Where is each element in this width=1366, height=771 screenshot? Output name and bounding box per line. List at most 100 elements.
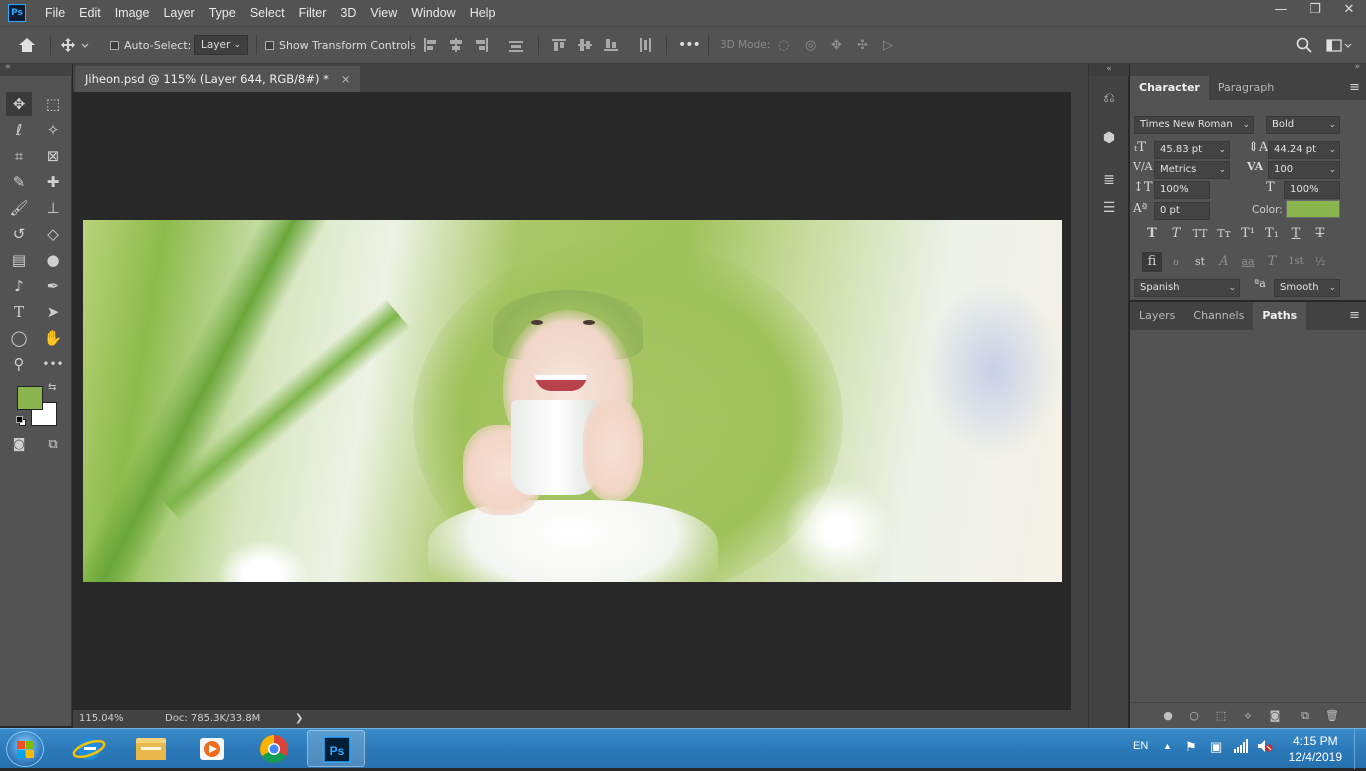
- expand-panels-icon[interactable]: «: [1089, 64, 1129, 76]
- leading-field[interactable]: 44.24 pt ⌄: [1268, 141, 1340, 159]
- distribute-vertical-icon[interactable]: [508, 37, 524, 53]
- action-center-flag-icon[interactable]: ⚑: [1185, 739, 1197, 755]
- stroke-path-icon[interactable]: ○: [1187, 709, 1201, 723]
- default-colors-icon[interactable]: [16, 416, 26, 426]
- standard-ligatures-button[interactable]: fi: [1142, 252, 1162, 272]
- menu-type[interactable]: Type: [202, 0, 243, 26]
- brush-tool-icon[interactable]: 🖌: [6, 196, 32, 220]
- 3d-orbit-icon[interactable]: ◌: [778, 27, 789, 63]
- align-vertical-centers-icon[interactable]: [577, 37, 593, 53]
- auto-select-box[interactable]: [110, 40, 119, 50]
- auto-select-checkbox[interactable]: Auto-Select:: [110, 27, 191, 63]
- history-panel-icon[interactable]: ⎌: [1099, 88, 1119, 108]
- load-selection-icon[interactable]: ⬚: [1214, 709, 1228, 723]
- foreground-color-swatch[interactable]: [17, 386, 43, 410]
- vertical-scrollbar[interactable]: [1071, 92, 1088, 710]
- font-family-dropdown[interactable]: Times New Roman ⌄: [1134, 116, 1254, 134]
- type-tool-icon[interactable]: T: [6, 300, 32, 324]
- menu-edit[interactable]: Edit: [72, 0, 108, 26]
- minimize-button[interactable]: —: [1264, 0, 1298, 22]
- blur-tool-icon[interactable]: ●: [40, 248, 66, 272]
- swash-button[interactable]: A: [1214, 252, 1234, 272]
- fill-path-icon[interactable]: ●: [1161, 709, 1175, 723]
- stylistic-alternates-button[interactable]: aa: [1238, 252, 1258, 272]
- collapse-icon[interactable]: «: [5, 62, 11, 72]
- strikethrough-button[interactable]: T: [1310, 224, 1330, 244]
- close-document-icon[interactable]: ×: [341, 72, 351, 86]
- panel-menu-icon[interactable]: ≡: [1349, 76, 1360, 100]
- menu-select[interactable]: Select: [243, 0, 292, 26]
- font-size-field[interactable]: 45.83 pt ⌄: [1154, 141, 1230, 159]
- marquee-tool-icon[interactable]: ⬚: [40, 92, 66, 116]
- safely-remove-hardware-icon[interactable]: ▣: [1210, 739, 1222, 755]
- hand-tool-icon[interactable]: ✋: [40, 326, 66, 350]
- zoom-tool-icon[interactable]: ⚲: [6, 352, 32, 376]
- make-work-path-icon[interactable]: ⟡: [1241, 709, 1255, 723]
- dodge-tool-icon[interactable]: ♪: [6, 274, 32, 298]
- more-options-button[interactable]: •••: [678, 27, 701, 63]
- panel-collapse-bar[interactable]: »: [1130, 62, 1366, 76]
- move-tool-icon[interactable]: ✥: [6, 92, 32, 116]
- discretionary-ligatures-button[interactable]: st: [1190, 252, 1210, 272]
- 3d-slide-icon[interactable]: ✣: [857, 27, 868, 63]
- menu-3d[interactable]: 3D: [333, 0, 363, 26]
- menu-help[interactable]: Help: [463, 0, 503, 26]
- titling-alternates-button[interactable]: T: [1262, 252, 1282, 272]
- move-tool-preset[interactable]: [60, 27, 90, 63]
- start-button[interactable]: [6, 731, 44, 767]
- 3d-roll-icon[interactable]: ◎: [805, 27, 816, 63]
- 3d-panel-icon[interactable]: ⬢: [1099, 128, 1119, 148]
- fractions-button[interactable]: ½: [1310, 252, 1330, 272]
- history-brush-tool-icon[interactable]: ↺: [6, 222, 32, 246]
- underline-button[interactable]: T: [1286, 224, 1306, 244]
- delete-path-icon[interactable]: 🗑: [1325, 709, 1339, 723]
- faux-italic-button[interactable]: T: [1166, 224, 1186, 244]
- panel-menu-icon[interactable]: ≡: [1349, 302, 1360, 330]
- menu-image[interactable]: Image: [108, 0, 157, 26]
- horizontal-scale-field[interactable]: 100%: [1284, 181, 1340, 199]
- taskbar-internet-explorer[interactable]: [60, 730, 118, 767]
- ordinals-button[interactable]: 1st: [1286, 252, 1306, 272]
- lasso-tool-icon[interactable]: ℓ: [6, 118, 32, 142]
- status-menu-arrow-icon[interactable]: ❯: [295, 713, 303, 724]
- workspace-switcher[interactable]: [1326, 27, 1352, 63]
- font-style-dropdown[interactable]: Bold ⌄: [1266, 116, 1340, 134]
- small-caps-button[interactable]: Tт: [1214, 224, 1234, 244]
- vertical-scale-field[interactable]: 100%: [1154, 181, 1210, 199]
- clone-stamp-tool-icon[interactable]: ⊥: [40, 196, 66, 220]
- screen-mode-icon[interactable]: ⧉: [40, 433, 66, 457]
- baseline-shift-field[interactable]: 0 pt: [1154, 202, 1210, 220]
- healing-brush-tool-icon[interactable]: ✚: [40, 170, 66, 194]
- eraser-tool-icon[interactable]: ◇: [40, 222, 66, 246]
- document-tab[interactable]: Jiheon.psd @ 115% (Layer 644, RGB/8#) * …: [75, 66, 361, 92]
- menu-file[interactable]: File: [38, 0, 72, 26]
- magic-wand-tool-icon[interactable]: ✧: [40, 118, 66, 142]
- superscript-button[interactable]: T¹: [1238, 224, 1258, 244]
- tab-character[interactable]: Character: [1130, 76, 1209, 100]
- taskbar-media-player[interactable]: [183, 730, 241, 767]
- system-clock[interactable]: 4:15 PM 12/4/2019: [1289, 733, 1342, 765]
- auto-select-target-dropdown[interactable]: Layer ⌄: [194, 35, 248, 55]
- 3d-scale-icon[interactable]: ▷: [883, 27, 893, 63]
- swap-colors-icon[interactable]: ⇆: [48, 382, 56, 393]
- tools-panel-header[interactable]: «: [0, 62, 72, 76]
- kerning-dropdown[interactable]: Metrics ⌄: [1154, 161, 1230, 179]
- language-dropdown[interactable]: Spanish ⌄: [1134, 279, 1240, 297]
- collapse-panel-icon[interactable]: »: [1354, 62, 1360, 72]
- new-path-icon[interactable]: ⧉: [1298, 709, 1312, 723]
- distribute-horizontal-icon[interactable]: [637, 37, 653, 53]
- restore-button[interactable]: ❐: [1298, 0, 1332, 22]
- align-right-edges-icon[interactable]: [474, 37, 490, 53]
- menu-filter[interactable]: Filter: [292, 0, 334, 26]
- taskbar-file-explorer[interactable]: [122, 730, 180, 767]
- zoom-level[interactable]: 115.04%: [79, 713, 124, 724]
- crop-tool-icon[interactable]: ⌗: [6, 144, 32, 168]
- tab-paths[interactable]: Paths: [1253, 302, 1307, 330]
- brush-settings-panel-icon[interactable]: ≣: [1099, 170, 1119, 190]
- network-signal-icon[interactable]: [1234, 739, 1248, 756]
- document-image[interactable]: [83, 220, 1062, 582]
- align-left-edges-icon[interactable]: [422, 37, 438, 53]
- quick-mask-icon[interactable]: ◙: [6, 433, 32, 457]
- home-button[interactable]: [18, 27, 36, 63]
- frame-tool-icon[interactable]: ⊠: [40, 144, 66, 168]
